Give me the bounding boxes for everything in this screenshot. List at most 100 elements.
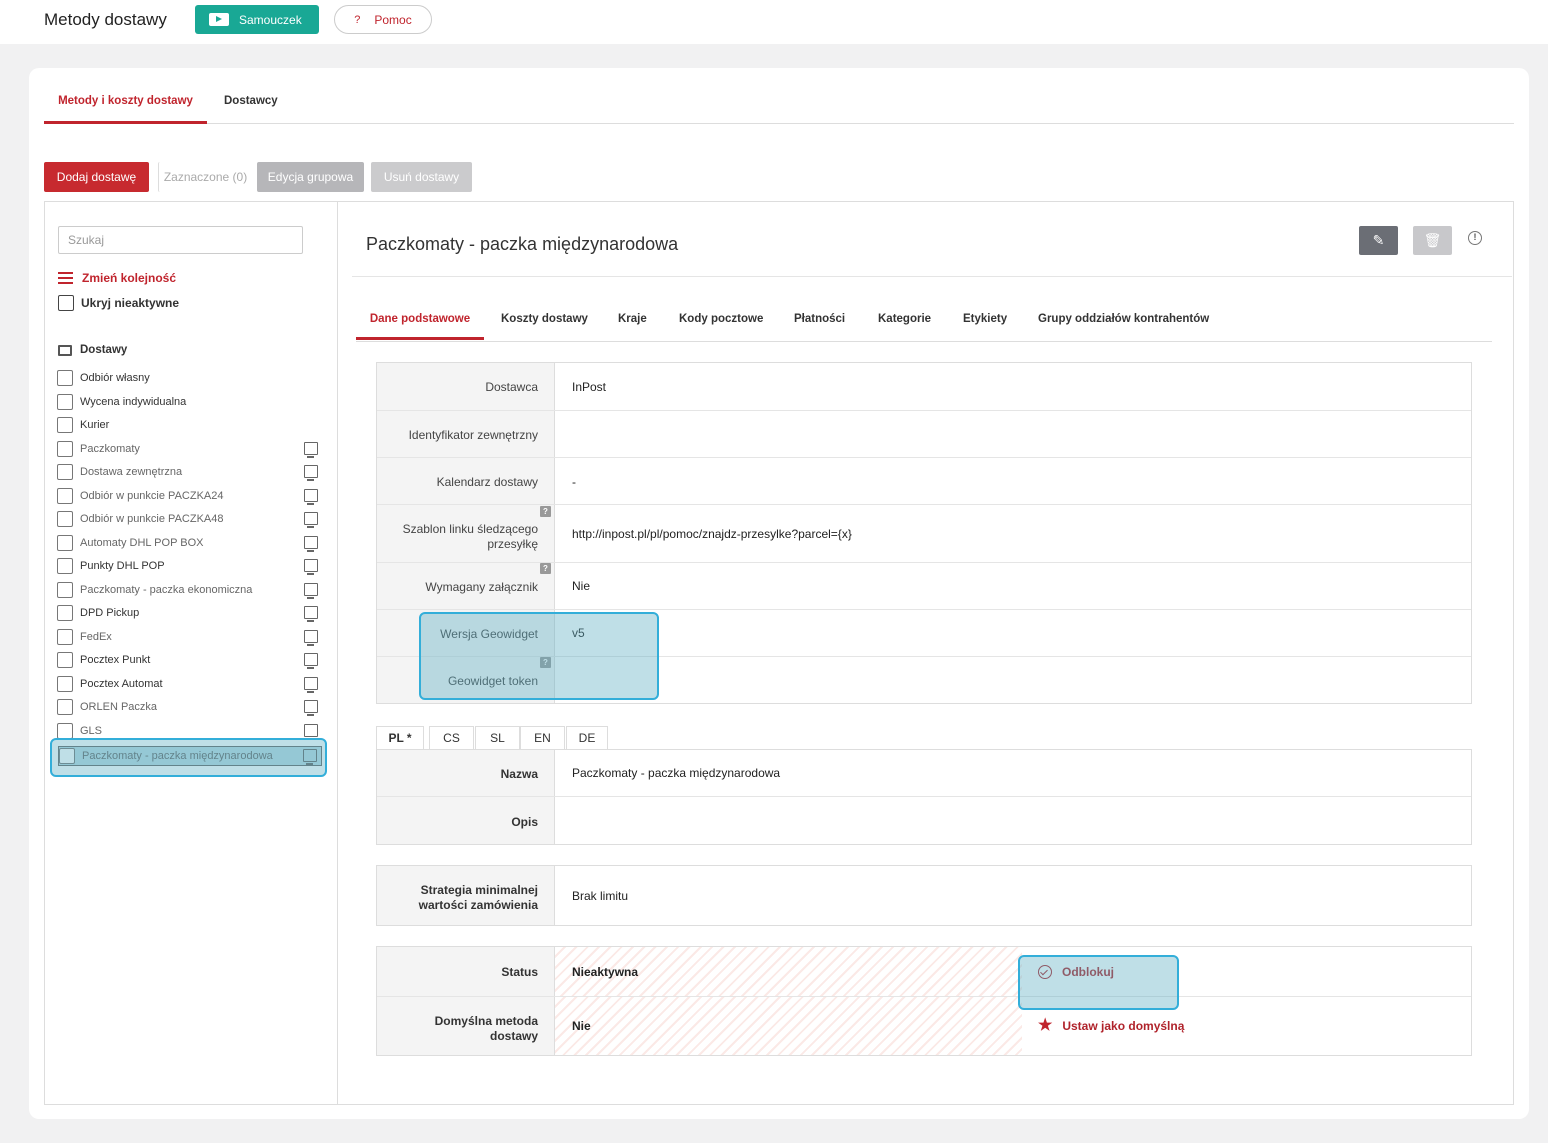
star-icon: ★ <box>1038 1017 1053 1034</box>
highlight-unlock <box>1018 955 1179 1010</box>
monitor-icon <box>304 582 318 599</box>
tab-suppliers[interactable]: Dostawcy <box>224 88 278 124</box>
delivery-list-item[interactable]: Pocztex Punkt <box>57 651 322 669</box>
lang-tab-en[interactable]: EN <box>520 726 565 749</box>
delivery-list-item[interactable]: Automaty DHL POP BOX <box>57 534 322 552</box>
tab-countries[interactable]: Kraje <box>618 302 647 340</box>
item-checkbox[interactable] <box>57 652 73 668</box>
strategy-table: Strategia minimalnej wartości zamówienia… <box>376 865 1472 926</box>
tab-basic[interactable]: Dane podstawowe <box>356 302 484 340</box>
search-input[interactable]: Szukaj <box>58 226 303 254</box>
delivery-list-item[interactable]: FedEx <box>57 628 322 646</box>
field-row-calendar: Kalendarz dostawy - <box>377 458 1471 505</box>
trash-icon: 🗑 <box>1423 232 1442 248</box>
deliveries-section: Dostawy <box>58 344 127 356</box>
monitor-icon <box>304 606 318 622</box>
top-bar: Metody dostawy Samouczek ? Pomoc <box>0 0 1548 44</box>
tab-postcodes[interactable]: Kody pocztowe <box>679 302 763 340</box>
add-delivery-button[interactable]: Dodaj dostawę <box>44 162 149 192</box>
tab-groups[interactable]: Grupy oddziałów kontrahentów <box>1038 302 1209 340</box>
lang-tab-pl[interactable]: PL * <box>376 726 424 749</box>
hide-inactive-checkbox[interactable] <box>58 295 74 311</box>
tab-methods[interactable]: Metody i koszty dostawy <box>44 88 207 124</box>
item-checkbox[interactable] <box>57 605 73 621</box>
delivery-list-item[interactable]: Paczkomaty - paczka ekonomiczna <box>57 581 322 599</box>
help-icon[interactable]: ? <box>540 506 551 517</box>
field-label: Strategia minimalnej wartości zamówienia <box>418 883 538 912</box>
field-value[interactable]: Paczkomaty - paczka międzynarodowa <box>572 766 780 780</box>
item-checkbox[interactable] <box>57 511 73 527</box>
tab-costs[interactable]: Koszty dostawy <box>501 302 588 340</box>
tab-categories[interactable]: Kategorie <box>878 302 931 340</box>
item-checkbox[interactable] <box>57 581 73 598</box>
list-icon <box>58 272 73 284</box>
tab-labels[interactable]: Etykiety <box>963 302 1007 340</box>
page-title: Metody dostawy <box>44 10 167 29</box>
field-label: Kalendarz dostawy <box>436 475 538 489</box>
field-value[interactable]: - <box>572 475 576 489</box>
help-button[interactable]: ? Pomoc <box>334 5 432 34</box>
item-checkbox[interactable] <box>57 393 73 410</box>
group-edit-button[interactable]: Edycja grupowa <box>257 162 364 192</box>
info-icon[interactable]: ! <box>1468 231 1482 245</box>
question-icon: ? <box>354 13 361 26</box>
monitor-icon <box>304 441 318 458</box>
tab-payments[interactable]: Płatności <box>794 302 845 340</box>
item-checkbox[interactable] <box>57 675 73 692</box>
field-value[interactable]: http://inpost.pl/pl/pomoc/znajdz-przesyl… <box>572 527 852 541</box>
delivery-list-item[interactable]: DPD Pickup <box>57 604 322 622</box>
monitor-icon <box>304 676 318 693</box>
item-checkbox[interactable] <box>57 699 73 715</box>
item-checkbox[interactable] <box>57 464 73 480</box>
delivery-list-item[interactable]: Kurier <box>57 416 322 434</box>
field-label: Domyślna metoda dostawy <box>434 1014 538 1043</box>
field-label: Status <box>501 965 538 979</box>
delivery-list-item[interactable]: Wycena indywidualna <box>57 393 322 411</box>
field-value[interactable]: Nie <box>572 579 590 593</box>
delivery-list-item[interactable]: GLS <box>57 722 322 740</box>
lang-tab-sl[interactable]: SL <box>475 726 520 749</box>
help-icon[interactable]: ? <box>540 563 551 574</box>
item-checkbox[interactable] <box>57 370 73 386</box>
divider <box>352 276 1512 277</box>
lang-tab-de[interactable]: DE <box>566 726 608 749</box>
item-label: Paczkomaty <box>80 442 140 455</box>
item-checkbox[interactable] <box>57 558 73 574</box>
item-checkbox[interactable] <box>57 417 73 433</box>
delivery-list-item[interactable]: Paczkomaty <box>57 440 322 458</box>
set-default-button[interactable]: ★ Ustaw jako domyślną <box>1038 1017 1184 1034</box>
trash-button[interactable]: 🗑 <box>1413 226 1452 255</box>
status-table: Status Nieaktywna Odblokuj Domyślna meto… <box>376 946 1472 1056</box>
monitor-icon <box>304 700 318 716</box>
field-value[interactable]: Brak limitu <box>572 889 628 903</box>
tutorial-button[interactable]: Samouczek <box>195 5 319 34</box>
field-value: Nieaktywna <box>572 965 639 979</box>
item-checkbox[interactable] <box>57 722 73 739</box>
hide-inactive-toggle[interactable]: Ukryj nieaktywne <box>58 295 179 311</box>
section-label: Dostawy <box>80 344 128 356</box>
monitor-icon <box>304 629 318 646</box>
delivery-list-item[interactable]: ORLEN Paczka <box>57 698 322 716</box>
delivery-list-item[interactable]: Punkty DHL POP <box>57 557 322 575</box>
reorder-link[interactable]: Zmień kolejność <box>58 271 176 285</box>
item-checkbox[interactable] <box>57 440 73 457</box>
field-row-default: Domyślna metoda dostawy Nie ★ Ustaw jako … <box>377 997 1471 1055</box>
delivery-list-item[interactable]: Odbiór w punkcie PACZKA48 <box>57 510 322 528</box>
item-label: GLS <box>80 724 103 737</box>
tutorial-label: Samouczek <box>239 12 302 27</box>
item-label: Automaty DHL POP BOX <box>80 536 204 549</box>
inactive-hatch <box>555 997 1022 1055</box>
delivery-list-item[interactable]: Pocztex Automat <box>57 675 322 693</box>
pencil-icon: ✎ <box>1372 232 1385 248</box>
edit-button[interactable]: ✎ <box>1359 226 1398 255</box>
delivery-list-item[interactable]: Odbiór w punkcie PACZKA24 <box>57 487 322 505</box>
delete-deliveries-button[interactable]: Usuń dostawy <box>371 162 472 192</box>
delivery-list-item[interactable]: Odbiór własny <box>57 369 322 387</box>
item-checkbox[interactable] <box>57 487 73 504</box>
item-checkbox[interactable] <box>57 534 73 551</box>
item-checkbox[interactable] <box>57 628 73 645</box>
item-label: Pocztex Punkt <box>80 654 151 666</box>
field-value[interactable]: InPost <box>572 380 606 394</box>
delivery-list-item[interactable]: Dostawa zewnętrzna <box>57 463 322 481</box>
lang-tab-cs[interactable]: CS <box>429 726 474 749</box>
